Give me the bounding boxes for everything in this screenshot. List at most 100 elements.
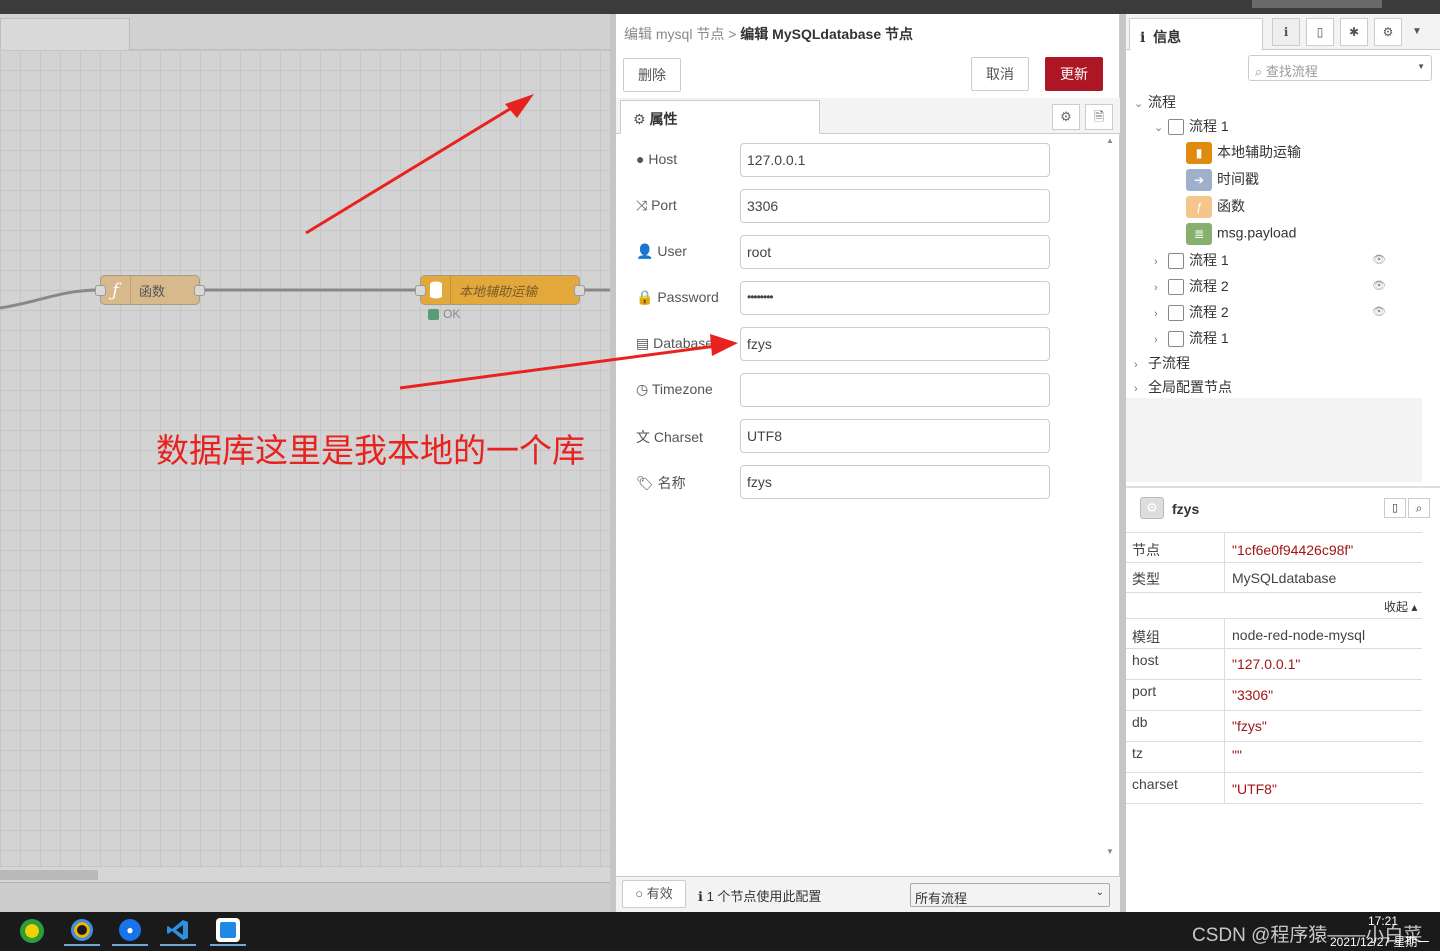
hidden-eye-icon[interactable]: 👁: [1372, 253, 1386, 266]
info-row-node: 节点 "1cf6e0f94426c98f": [1126, 532, 1422, 563]
info-row-port: port "3306": [1126, 680, 1422, 711]
mysql-node[interactable]: 本地辅助运输: [415, 275, 585, 305]
database-input[interactable]: fzys: [740, 327, 1050, 361]
tree-node-mysql[interactable]: ▮ 本地辅助运输: [1186, 142, 1301, 165]
annotation-text: 数据库这里是我本地的一个库: [156, 431, 585, 470]
editor-footer: ○ 有效 ℹ 1 个节点使用此配置 所有流程 ⌄: [616, 876, 1120, 912]
search-icon: ⌕: [1255, 64, 1263, 79]
flow-search-input[interactable]: ⌕ 查找流程 ▼: [1248, 55, 1432, 81]
hidden-eye-icon[interactable]: 👁: [1372, 279, 1386, 292]
database-icon: ▤: [636, 335, 650, 351]
settings-tab-icon[interactable]: ⚙: [1052, 104, 1080, 130]
workspace-tab[interactable]: [0, 18, 130, 50]
port-label: ⤨ Port: [636, 197, 677, 213]
arrow-right-icon: ➔: [1186, 169, 1212, 192]
status-text: OK: [443, 307, 461, 321]
host-input[interactable]: 127.0.0.1: [740, 143, 1050, 177]
name-input[interactable]: fzys: [740, 465, 1050, 499]
delete-button[interactable]: 删除: [623, 58, 681, 92]
breadcrumb-current: 编辑 MySQLdatabase 节点: [740, 26, 913, 42]
update-button[interactable]: 更新: [1045, 57, 1103, 91]
user-input[interactable]: root: [740, 235, 1050, 269]
info-row-db: db "fzys": [1126, 711, 1422, 742]
language-icon: 文: [636, 429, 650, 445]
app-icon-1[interactable]: [14, 916, 50, 946]
timezone-input[interactable]: [740, 373, 1050, 407]
clock-date: 2021/12/27 星期一: [1330, 935, 1430, 949]
tab-properties[interactable]: ⚙ 属性: [620, 100, 820, 134]
collapse-toggle[interactable]: 收起 ▴: [1384, 598, 1417, 615]
info-row-module: 模组 node-red-node-mysql: [1126, 618, 1422, 649]
output-port[interactable]: [574, 285, 585, 296]
tree-subflows[interactable]: › 子流程: [1134, 353, 1190, 373]
tab-info[interactable]: i 信息: [1129, 18, 1263, 51]
info-icon: i: [1140, 30, 1146, 46]
book-tab-icon[interactable]: ▯: [1306, 18, 1334, 46]
tree-node-function[interactable]: ƒ 函数: [1186, 196, 1245, 219]
flow-icon: [1168, 305, 1184, 322]
scrollbar-thumb[interactable]: [0, 870, 98, 880]
app-icon-5[interactable]: [210, 916, 246, 946]
output-port[interactable]: [194, 285, 205, 296]
password-input[interactable]: ••••••••: [740, 281, 1050, 315]
vscode-icon[interactable]: [160, 916, 196, 946]
gear-icon: ⚙: [1140, 497, 1164, 519]
tree-node-timestamp[interactable]: ➔ 时间戳: [1186, 169, 1259, 192]
tree-node-debug[interactable]: ≣ msg.payload: [1186, 223, 1296, 245]
tree-flow[interactable]: › 流程 1: [1154, 328, 1229, 348]
mysql-node-label: 本地辅助运输: [459, 283, 538, 299]
flow-icon: [1168, 253, 1184, 270]
info-title: fzys: [1172, 501, 1200, 517]
app-icon-3[interactable]: ●: [112, 916, 148, 946]
database-icon: ▮: [1186, 142, 1212, 165]
app-icon-2[interactable]: [64, 916, 100, 946]
book-icon[interactable]: ▯: [1384, 498, 1406, 518]
editor-v-scrollbar[interactable]: ▲ ▼: [1104, 136, 1116, 856]
tree-flow[interactable]: › 流程 1: [1154, 250, 1229, 270]
window-top-bar: [0, 0, 1440, 14]
info-tab-icon[interactable]: ℹ: [1272, 18, 1300, 46]
tree-flow[interactable]: › 流程 2: [1154, 276, 1229, 296]
charset-input[interactable]: UTF8: [740, 419, 1050, 453]
chevron-down-icon[interactable]: ▼: [1412, 26, 1422, 37]
breadcrumb-parent[interactable]: 编辑 mysql 节点 >: [624, 26, 736, 42]
workspace-h-scrollbar[interactable]: [0, 866, 610, 882]
os-taskbar: ● CSDN @程序猿——小白菜 17:21 2021/12/27 星期一: [0, 912, 1440, 951]
tree-flows[interactable]: ⌄ 流程: [1134, 92, 1176, 112]
tree-flow1[interactable]: ⌄ 流程 1: [1154, 116, 1229, 136]
info-header: ⚙ fzys ▯ ⌕: [1126, 494, 1440, 524]
tree-config-nodes[interactable]: › 全局配置节点: [1134, 377, 1232, 397]
sidebar-splitter[interactable]: [1126, 486, 1440, 488]
input-port[interactable]: [415, 285, 426, 296]
user-label: 👤 User: [636, 243, 687, 259]
name-label: 🏷 名称: [636, 475, 686, 491]
port-input[interactable]: 3306: [740, 189, 1050, 223]
scope-select[interactable]: 所有流程 ⌄: [910, 883, 1110, 907]
host-label: ● Host: [636, 151, 678, 167]
cancel-button[interactable]: 取消: [971, 57, 1029, 91]
lock-icon: 🔒: [636, 289, 654, 305]
wire-in: [0, 288, 101, 310]
tree-flow[interactable]: › 流程 2: [1154, 302, 1229, 322]
workspace-footer: [0, 882, 610, 912]
function-icon: ƒ: [1186, 196, 1212, 219]
gear-icon: ⚙: [633, 111, 646, 127]
info-icon: ℹ: [698, 889, 703, 904]
hidden-eye-icon[interactable]: 👁: [1372, 305, 1386, 318]
caret-down-icon: ▼: [1417, 62, 1425, 71]
config-tab-icon[interactable]: ⚙: [1374, 18, 1402, 46]
tab-properties-label: 属性: [649, 111, 678, 127]
bug-tab-icon[interactable]: ✱: [1340, 18, 1368, 46]
input-port[interactable]: [95, 285, 106, 296]
usage-text: ℹ 1 个节点使用此配置: [698, 889, 822, 904]
function-node-label: 函数: [139, 283, 166, 299]
password-label: 🔒 Password: [636, 289, 719, 305]
function-node[interactable]: ƒ 函数: [95, 275, 205, 305]
clock-time: 17:21: [1368, 914, 1399, 928]
clock-icon: ◷: [636, 381, 649, 397]
description-tab-icon[interactable]: 🗎: [1085, 104, 1113, 130]
search-icon[interactable]: ⌕: [1408, 498, 1430, 518]
info-row-charset: charset "UTF8": [1126, 773, 1422, 804]
enabled-toggle[interactable]: ○ 有效: [622, 880, 686, 908]
node-editor-panel: 编辑 mysql 节点 > 编辑 MySQLdatabase 节点 删除 取消 …: [610, 14, 1120, 912]
